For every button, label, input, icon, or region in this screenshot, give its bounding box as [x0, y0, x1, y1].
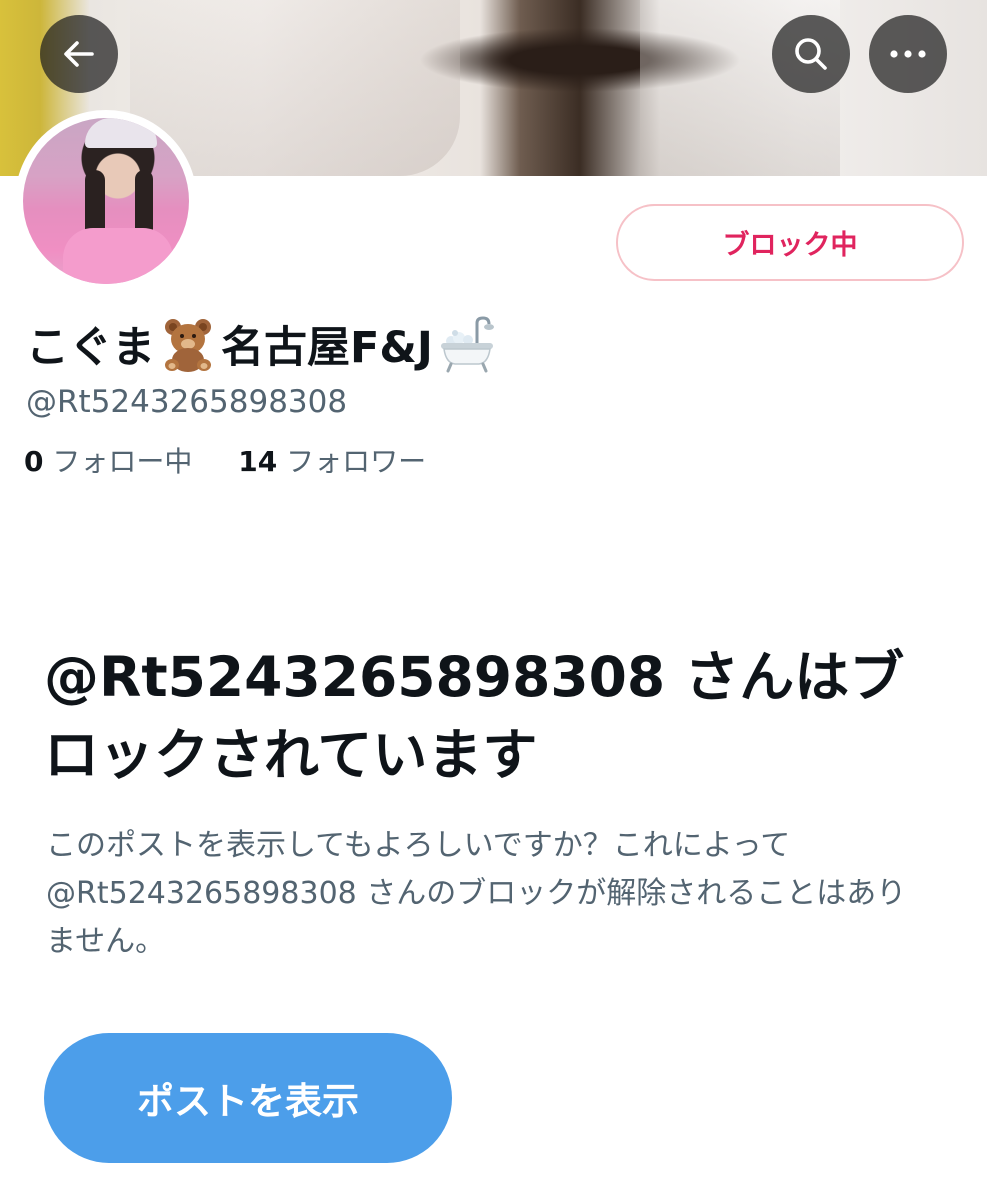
blocked-headline: @Rt5243265898308 さんはブロックされています — [44, 645, 905, 787]
view-posts-button[interactable]: ポストを表示 — [44, 1033, 452, 1163]
blocked-button-label: ブロック中 — [722, 230, 858, 261]
profile-handle: @Rt5243265898308 — [26, 384, 348, 420]
blocked-description: このポストを表示してもよろしいですか？これによって@Rt524326589830… — [46, 828, 907, 959]
avatar[interactable] — [15, 110, 197, 292]
followers-count: 14 — [238, 445, 278, 478]
bathtub-icon — [437, 315, 497, 373]
following-label: フォロー中 — [52, 445, 193, 478]
view-posts-button-label: ポストを表示 — [137, 1080, 359, 1123]
back-button[interactable] — [40, 15, 118, 93]
followers-label: フォロワー — [286, 445, 427, 478]
blocked-button[interactable]: ブロック中 — [616, 204, 964, 281]
avatar-image — [23, 118, 189, 284]
display-name: こぐま 名古屋F&J — [26, 312, 497, 376]
more-horizontal-icon — [890, 50, 926, 58]
arrow-left-icon — [64, 41, 94, 67]
display-name-part1: こぐま — [26, 323, 155, 373]
follow-stats: 0 フォロー中 14 フォロワー — [24, 440, 426, 480]
avatar-body — [63, 228, 173, 284]
following-count: 0 — [24, 445, 44, 478]
display-name-part2: 名古屋F&J — [221, 323, 433, 373]
search-button[interactable] — [772, 15, 850, 93]
more-button[interactable] — [869, 15, 947, 93]
following-link[interactable]: 0 フォロー中 — [24, 445, 192, 478]
avatar-hat — [85, 118, 157, 148]
search-icon — [795, 38, 827, 70]
teddy-bear-icon — [159, 315, 217, 373]
followers-link[interactable]: 14 フォロワー — [238, 445, 426, 478]
